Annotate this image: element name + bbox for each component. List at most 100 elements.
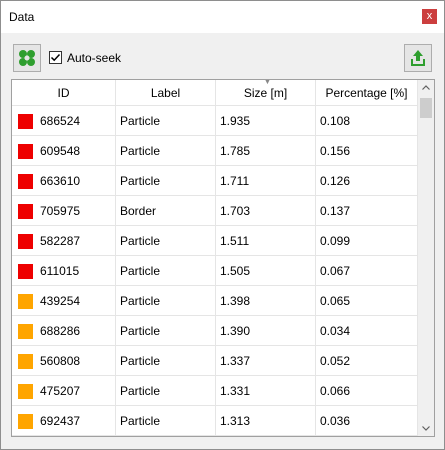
cell-size: 1.337 — [216, 346, 316, 376]
cell-size: 1.785 — [216, 136, 316, 166]
cell-percentage: 0.137 — [316, 196, 418, 226]
export-upload-icon — [411, 50, 425, 66]
cell-percentage: 0.034 — [316, 316, 418, 346]
cell-percentage: 0.067 — [316, 256, 418, 286]
cell-label: Particle — [116, 286, 216, 316]
table-row[interactable]: 663610 Particle 1.711 0.126 — [12, 166, 418, 196]
column-header-percentage[interactable]: Percentage [%] — [316, 80, 418, 106]
green-clover-icon — [19, 50, 35, 66]
id-text: 692437 — [40, 414, 81, 428]
cell-percentage: 0.066 — [316, 376, 418, 406]
table-row[interactable]: 475207 Particle 1.331 0.066 — [12, 376, 418, 406]
cell-label: Particle — [116, 346, 216, 376]
cell-id: 663610 — [12, 166, 116, 196]
id-text: 475207 — [40, 384, 81, 398]
cell-id: 475207 — [12, 376, 116, 406]
table-row[interactable]: 688286 Particle 1.390 0.034 — [12, 316, 418, 346]
cell-percentage: 0.052 — [316, 346, 418, 376]
cell-label: Particle — [116, 406, 216, 436]
cell-label: Particle — [116, 136, 216, 166]
table-row[interactable]: 560808 Particle 1.337 0.052 — [12, 346, 418, 376]
toolbar: Auto-seek — [1, 34, 444, 76]
seek-button[interactable] — [13, 44, 41, 72]
id-text: 582287 — [40, 234, 81, 248]
color-swatch — [18, 204, 33, 219]
cell-label: Particle — [116, 256, 216, 286]
id-text: 611015 — [40, 264, 80, 278]
cell-percentage: 0.126 — [316, 166, 418, 196]
id-text: 688286 — [40, 324, 81, 338]
id-text: 609548 — [40, 144, 81, 158]
table-row[interactable]: 439254 Particle 1.398 0.065 — [12, 286, 418, 316]
cell-percentage: 0.108 — [316, 106, 418, 136]
cell-id: 705975 — [12, 196, 116, 226]
id-text: 560808 — [40, 354, 81, 368]
cell-id: 560808 — [12, 346, 116, 376]
scroll-up-button[interactable] — [418, 80, 434, 96]
color-swatch — [18, 324, 33, 339]
column-header-size[interactable]: ▼ Size [m] — [216, 80, 316, 106]
table-row[interactable]: 582287 Particle 1.511 0.099 — [12, 226, 418, 256]
table-row[interactable]: 611015 Particle 1.505 0.067 — [12, 256, 418, 286]
color-swatch — [18, 294, 33, 309]
cell-id: 692437 — [12, 406, 116, 436]
table-row[interactable]: 705975 Border 1.703 0.137 — [12, 196, 418, 226]
color-swatch — [18, 234, 33, 249]
cell-label: Border — [116, 196, 216, 226]
cell-label: Particle — [116, 166, 216, 196]
cell-size: 1.390 — [216, 316, 316, 346]
cell-id: 611015 — [12, 256, 116, 286]
color-swatch — [18, 414, 33, 429]
color-swatch — [18, 144, 33, 159]
cell-size: 1.331 — [216, 376, 316, 406]
chevron-down-icon — [422, 426, 430, 431]
table-row[interactable]: 692437 Particle 1.313 0.036 — [12, 406, 418, 436]
cell-size: 1.398 — [216, 286, 316, 316]
id-text: 663610 — [40, 174, 81, 188]
title-bar: Data x — [1, 1, 444, 33]
cell-size: 1.313 — [216, 406, 316, 436]
cell-label: Particle — [116, 226, 216, 256]
data-grid: ID Label ▼ Size [m] Percentage [%] 68652… — [11, 79, 435, 437]
grid-rows: 686524 Particle 1.935 0.108 609548 Particle 1.… — [12, 106, 418, 436]
close-button[interactable]: x — [422, 9, 437, 24]
cell-size: 1.703 — [216, 196, 316, 226]
cell-size: 1.935 — [216, 106, 316, 136]
cell-label: Particle — [116, 376, 216, 406]
id-text: 686524 — [40, 114, 81, 128]
table-row[interactable]: 609548 Particle 1.785 0.156 — [12, 136, 418, 166]
id-text: 439254 — [40, 294, 81, 308]
grid-header: ID Label ▼ Size [m] Percentage [%] — [12, 80, 418, 106]
cell-percentage: 0.065 — [316, 286, 418, 316]
color-swatch — [18, 114, 33, 129]
id-text: 705975 — [40, 204, 81, 218]
cell-id: 686524 — [12, 106, 116, 136]
cell-id: 439254 — [12, 286, 116, 316]
export-button[interactable] — [404, 44, 432, 72]
column-header-label[interactable]: Label — [116, 80, 216, 106]
color-swatch — [18, 264, 33, 279]
cell-size: 1.505 — [216, 256, 316, 286]
column-header-id[interactable]: ID — [12, 80, 116, 106]
sort-descending-icon: ▼ — [264, 79, 271, 86]
cell-label: Particle — [116, 106, 216, 136]
cell-id: 609548 — [12, 136, 116, 166]
scroll-thumb[interactable] — [420, 98, 432, 118]
data-window: Data x Auto-seek ID Label ▼ Size [m] Per… — [0, 0, 445, 450]
cell-id: 688286 — [12, 316, 116, 346]
scroll-down-button[interactable] — [418, 420, 434, 436]
cell-size: 1.511 — [216, 226, 316, 256]
color-swatch — [18, 354, 33, 369]
vertical-scrollbar[interactable] — [418, 80, 434, 436]
column-header-size-label: Size [m] — [243, 86, 288, 100]
cell-percentage: 0.156 — [316, 136, 418, 166]
chevron-up-icon — [422, 85, 430, 90]
auto-seek-label[interactable]: Auto-seek — [67, 51, 121, 65]
cell-size: 1.711 — [216, 166, 316, 196]
table-row[interactable]: 686524 Particle 1.935 0.108 — [12, 106, 418, 136]
cell-label: Particle — [116, 316, 216, 346]
auto-seek-checkbox[interactable] — [49, 51, 62, 64]
checkmark-icon — [50, 53, 61, 62]
cell-id: 582287 — [12, 226, 116, 256]
color-swatch — [18, 384, 33, 399]
